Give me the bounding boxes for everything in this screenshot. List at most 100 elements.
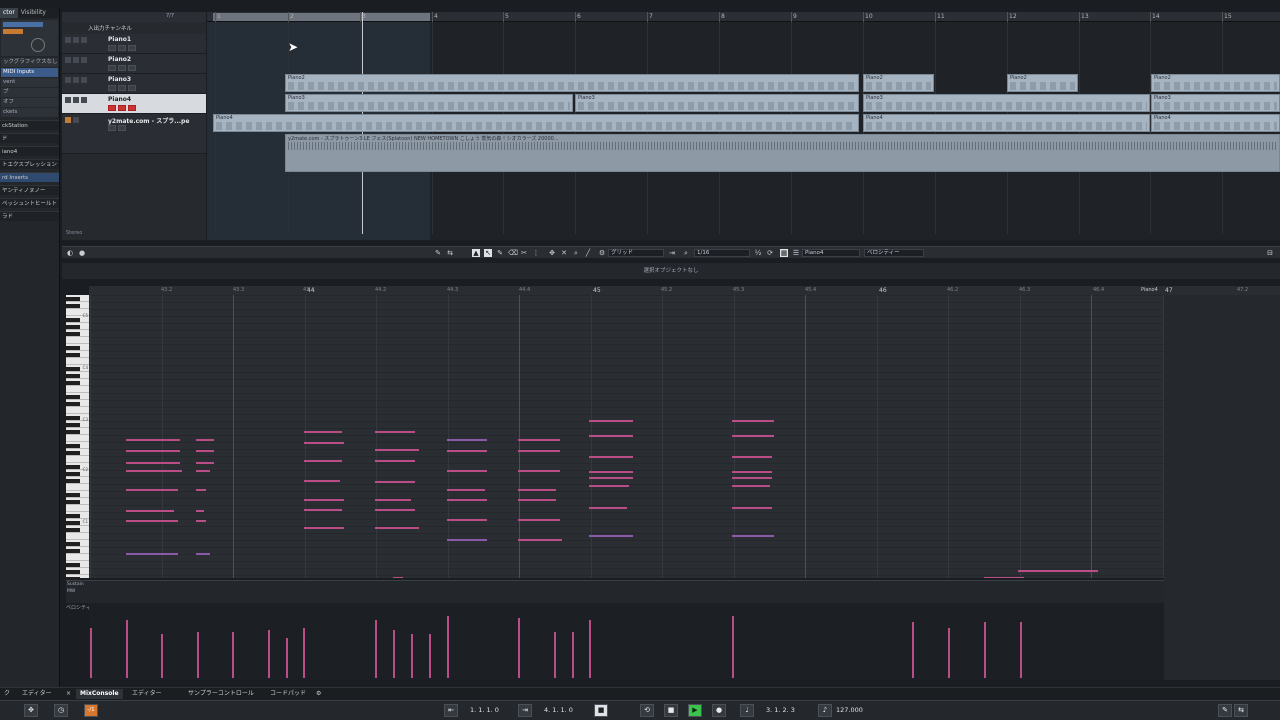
- black-key[interactable]: [66, 416, 80, 420]
- velocity-bar[interactable]: [948, 628, 950, 678]
- black-key[interactable]: [66, 423, 80, 427]
- link-icon[interactable]: ⇆: [1234, 704, 1248, 717]
- midi-part[interactable]: Piano4: [863, 114, 1150, 132]
- pencil-icon[interactable]: ✎: [434, 249, 442, 257]
- midi-note[interactable]: [447, 499, 487, 501]
- quantize-select[interactable]: 1/16: [694, 249, 750, 257]
- midi-note[interactable]: [196, 510, 204, 512]
- inspector-row-midi-inputs[interactable]: MIDI Inputs: [1, 68, 58, 77]
- inspector-row-2[interactable]: vent: [1, 78, 58, 87]
- black-key[interactable]: [66, 514, 80, 518]
- midi-note[interactable]: [196, 462, 214, 464]
- velocity-bar[interactable]: [375, 620, 377, 678]
- inspector-section-1[interactable]: ド: [0, 133, 59, 143]
- midi-note[interactable]: [589, 471, 633, 473]
- pencil-icon[interactable]: ✎: [1218, 704, 1232, 717]
- controller-lane-sustain[interactable]: Sustain MW: [66, 580, 1164, 603]
- midi-note[interactable]: [196, 470, 210, 472]
- draw-icon[interactable]: ✎: [496, 249, 504, 257]
- split-icon[interactable]: ⋮: [532, 249, 540, 257]
- midi-note[interactable]: [304, 460, 342, 462]
- left-locator[interactable]: 1. 1. 1. 0: [470, 705, 499, 716]
- midi-part[interactable]: Piano3: [1151, 94, 1280, 112]
- editor-ruler[interactable]: 44 45 46 47 43.2 43.3 43.4 44.2 44.3 44.4 45.2 45.3…: [89, 286, 1280, 295]
- window-menu-icon[interactable]: ⊟: [1266, 249, 1274, 257]
- velocity-lane[interactable]: [89, 603, 1164, 680]
- zoom-icon[interactable]: ⌕: [572, 249, 580, 257]
- midi-note[interactable]: [447, 439, 487, 441]
- midi-note[interactable]: [732, 477, 772, 479]
- velocity-bar[interactable]: [303, 628, 305, 678]
- automation-icon[interactable]: ✥: [24, 704, 38, 717]
- grid-icon[interactable]: ▦: [780, 249, 788, 257]
- midi-note[interactable]: [518, 489, 556, 491]
- gear-icon[interactable]: ⟳: [766, 249, 774, 257]
- midi-note[interactable]: [589, 485, 629, 487]
- midi-part[interactable]: Piano2: [285, 74, 859, 92]
- midi-part[interactable]: Piano3: [863, 94, 1150, 112]
- grid-type-select[interactable]: グリッド: [608, 249, 664, 257]
- punch-icon[interactable]: ■: [594, 704, 608, 717]
- velocity-bar[interactable]: [126, 620, 128, 678]
- midi-note[interactable]: [375, 460, 415, 462]
- tab-sampler-control[interactable]: サンプラーコントロール: [184, 689, 258, 699]
- midi-note[interactable]: [732, 471, 772, 473]
- record-button[interactable]: [128, 105, 136, 111]
- inspector-section-0[interactable]: ckStation: [0, 120, 59, 130]
- gear-icon[interactable]: ⚙: [312, 689, 325, 699]
- piano-keyboard[interactable]: C5 C4 C3 C2 C1: [66, 295, 89, 581]
- record-icon[interactable]: ●: [78, 249, 86, 257]
- glue-icon[interactable]: ✥: [548, 249, 556, 257]
- solo-button[interactable]: [118, 105, 126, 111]
- midi-note[interactable]: [589, 477, 633, 479]
- black-key[interactable]: [66, 451, 80, 455]
- close-icon[interactable]: ×: [62, 689, 75, 699]
- black-key[interactable]: [66, 479, 80, 483]
- black-key[interactable]: [66, 402, 80, 406]
- range-select-icon[interactable]: ↖: [484, 249, 492, 257]
- tab-mixconsole[interactable]: MixConsole: [76, 689, 123, 699]
- velocity-bar[interactable]: [161, 634, 163, 678]
- velocity-bar[interactable]: [518, 618, 520, 678]
- black-key[interactable]: [66, 563, 80, 567]
- midi-note[interactable]: [732, 485, 770, 487]
- midi-part[interactable]: Piano2: [1007, 74, 1078, 92]
- midi-note[interactable]: [126, 520, 178, 522]
- line-tool-icon[interactable]: ╱: [584, 249, 592, 257]
- midi-note[interactable]: [518, 519, 560, 521]
- midi-part[interactable]: Piano4: [1151, 114, 1280, 132]
- midi-note[interactable]: [447, 539, 487, 541]
- arrange-ruler[interactable]: 1 2 3 4 5 6 7 8 9 10 11 12 13 14 15: [207, 12, 1280, 22]
- black-key[interactable]: [66, 521, 80, 525]
- track-piano4[interactable]: Piano4: [62, 94, 206, 114]
- track-audio[interactable]: y2mate.com - スプラ...pe: [62, 114, 206, 154]
- midi-note[interactable]: [196, 450, 214, 452]
- black-key[interactable]: [66, 325, 80, 329]
- velocity-bar[interactable]: [984, 622, 986, 678]
- velocity-bar[interactable]: [268, 630, 270, 678]
- black-key[interactable]: [66, 346, 80, 350]
- midi-note[interactable]: [126, 470, 182, 472]
- midi-note[interactable]: [304, 499, 344, 501]
- midi-note[interactable]: [393, 577, 403, 578]
- velocity-bar[interactable]: [447, 616, 449, 678]
- mute-tool-icon[interactable]: ✕: [560, 249, 568, 257]
- midi-note[interactable]: [589, 507, 627, 509]
- black-key[interactable]: [66, 374, 80, 378]
- inspector-row-5[interactable]: ckets: [1, 108, 58, 117]
- trim-icon[interactable]: ✂: [520, 249, 528, 257]
- mute-button[interactable]: [108, 45, 116, 51]
- midi-note[interactable]: [126, 553, 178, 555]
- inspector-row-4[interactable]: オフ: [1, 98, 58, 107]
- black-key[interactable]: [66, 304, 80, 308]
- midi-note[interactable]: [732, 456, 772, 458]
- record-button[interactable]: [128, 45, 136, 51]
- inspector-section-7[interactable]: ラド: [0, 211, 59, 221]
- midi-note[interactable]: [196, 553, 210, 555]
- controller-lane-select[interactable]: ベロシティー: [864, 249, 924, 257]
- midi-note[interactable]: [518, 450, 560, 452]
- solo-button[interactable]: [118, 125, 126, 131]
- midi-note[interactable]: [375, 527, 419, 529]
- metronome-icon[interactable]: ◷: [54, 704, 68, 717]
- show-inspector-icon[interactable]: ◐: [66, 249, 74, 257]
